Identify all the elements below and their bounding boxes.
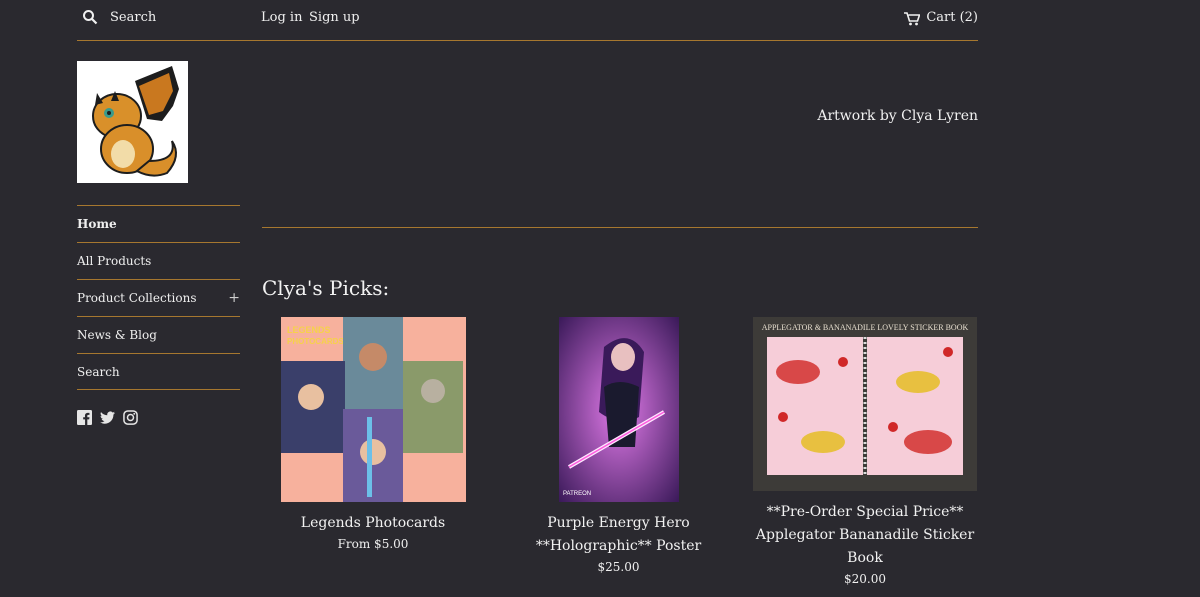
sidebar-item-product-collections[interactable]: Product Collections + (77, 279, 240, 316)
product-image[interactable]: APPLEGATOR & BANANADILE LOVELY STICKER B… (753, 317, 977, 491)
login-link[interactable]: Log in (261, 10, 302, 25)
watermark-text: PATREON (563, 491, 591, 497)
product-name[interactable]: Legends Photocards (262, 512, 484, 535)
product-image[interactable]: LEGENDS PHOTOCARDS (280, 317, 466, 502)
product-card[interactable]: PATREON Purple Energy Hero **Holographic… (505, 317, 732, 574)
photocards-title-text: LEGENDS (287, 325, 331, 335)
sidebar-item-label: All Products (77, 254, 152, 268)
sidebar-item-label: News & Blog (77, 328, 157, 342)
product-price: $25.00 (597, 560, 640, 574)
product-card[interactable]: LEGENDS PHOTOCARDS Legends Photocards Fr… (262, 317, 484, 551)
search-trigger[interactable]: Search (82, 9, 156, 25)
cart-label: Cart (2) (926, 10, 978, 25)
sidebar-nav: Home All Products Product Collections + … (77, 205, 240, 390)
product-name[interactable]: **Pre-Order Special Price** Applegator B… (753, 501, 977, 570)
sidebar-item-search[interactable]: Search (77, 353, 240, 390)
product-price: From $5.00 (337, 537, 409, 551)
page: Search Log in Sign up Cart (2) Artwork b… (0, 0, 1200, 597)
product-image[interactable]: PATREON (558, 317, 679, 502)
sidebar-item-label: Search (77, 364, 120, 379)
sidebar-item-news-blog[interactable]: News & Blog (77, 316, 240, 353)
sidebar-item-label: Product Collections (77, 291, 197, 305)
photocards-title-text-2: PHOTOCARDS (287, 337, 344, 346)
cart-link[interactable]: Cart (2) (904, 10, 978, 25)
top-bar: Search Log in Sign up Cart (2) (77, 0, 978, 41)
facebook-icon[interactable] (77, 410, 92, 425)
picks-heading: Clya's Picks: (262, 276, 390, 300)
main-divider (262, 227, 978, 228)
search-label: Search (110, 9, 157, 25)
sticker-book-title: APPLEGATOR & BANANADILE LOVELY STICKER B… (762, 323, 969, 332)
product-card[interactable]: APPLEGATOR & BANANADILE LOVELY STICKER B… (753, 317, 977, 586)
cart-icon (904, 11, 921, 25)
expand-icon[interactable]: + (228, 290, 240, 306)
twitter-icon[interactable] (100, 410, 115, 425)
store-tagline: Artwork by Clya Lyren (817, 108, 978, 124)
sidebar-item-all-products[interactable]: All Products (77, 242, 240, 279)
social-links (77, 410, 138, 425)
search-icon (82, 9, 98, 25)
product-name[interactable]: Purple Energy Hero **Holographic** Poste… (505, 512, 732, 558)
product-price: $20.00 (844, 572, 886, 586)
signup-link[interactable]: Sign up (309, 10, 360, 25)
store-logo[interactable] (77, 61, 188, 183)
sidebar-item-label: Home (77, 217, 117, 231)
sidebar-item-home[interactable]: Home (77, 205, 240, 242)
instagram-icon[interactable] (123, 410, 138, 425)
